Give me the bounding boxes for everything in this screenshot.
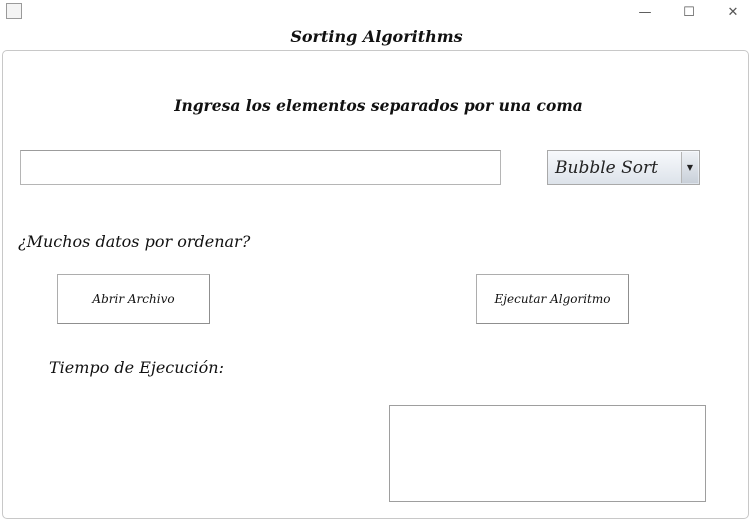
maximize-button[interactable]: ☐ [666,0,712,24]
app-window: — ☐ ✕ Sorting Algorithms Ingresa los ele… [0,0,753,522]
run-algorithm-button[interactable]: Ejecutar Algoritmo [476,274,629,324]
java-cup-icon[interactable] [6,3,22,19]
close-button[interactable]: ✕ [710,0,753,24]
elements-input[interactable] [20,150,501,185]
instructions-heading: Ingresa los elementos separados por una … [174,96,583,115]
title-bar: — ☐ ✕ [0,0,753,24]
run-algorithm-button-label: Ejecutar Algoritmo [494,292,611,306]
chevron-down-icon[interactable]: ▼ [681,152,698,183]
algorithm-select[interactable]: Bubble Sort ▼ [547,150,700,185]
execution-time-label: Tiempo de Ejecución: [49,358,224,377]
many-data-label: ¿Muchos datos por ordenar? [18,232,251,251]
execution-time-output [389,405,706,502]
algorithm-select-value: Bubble Sort [555,157,658,178]
page-title: Sorting Algorithms [290,27,463,46]
minimize-button[interactable]: — [622,0,668,24]
open-file-button-label: Abrir Archivo [92,292,175,306]
open-file-button[interactable]: Abrir Archivo [57,274,210,324]
